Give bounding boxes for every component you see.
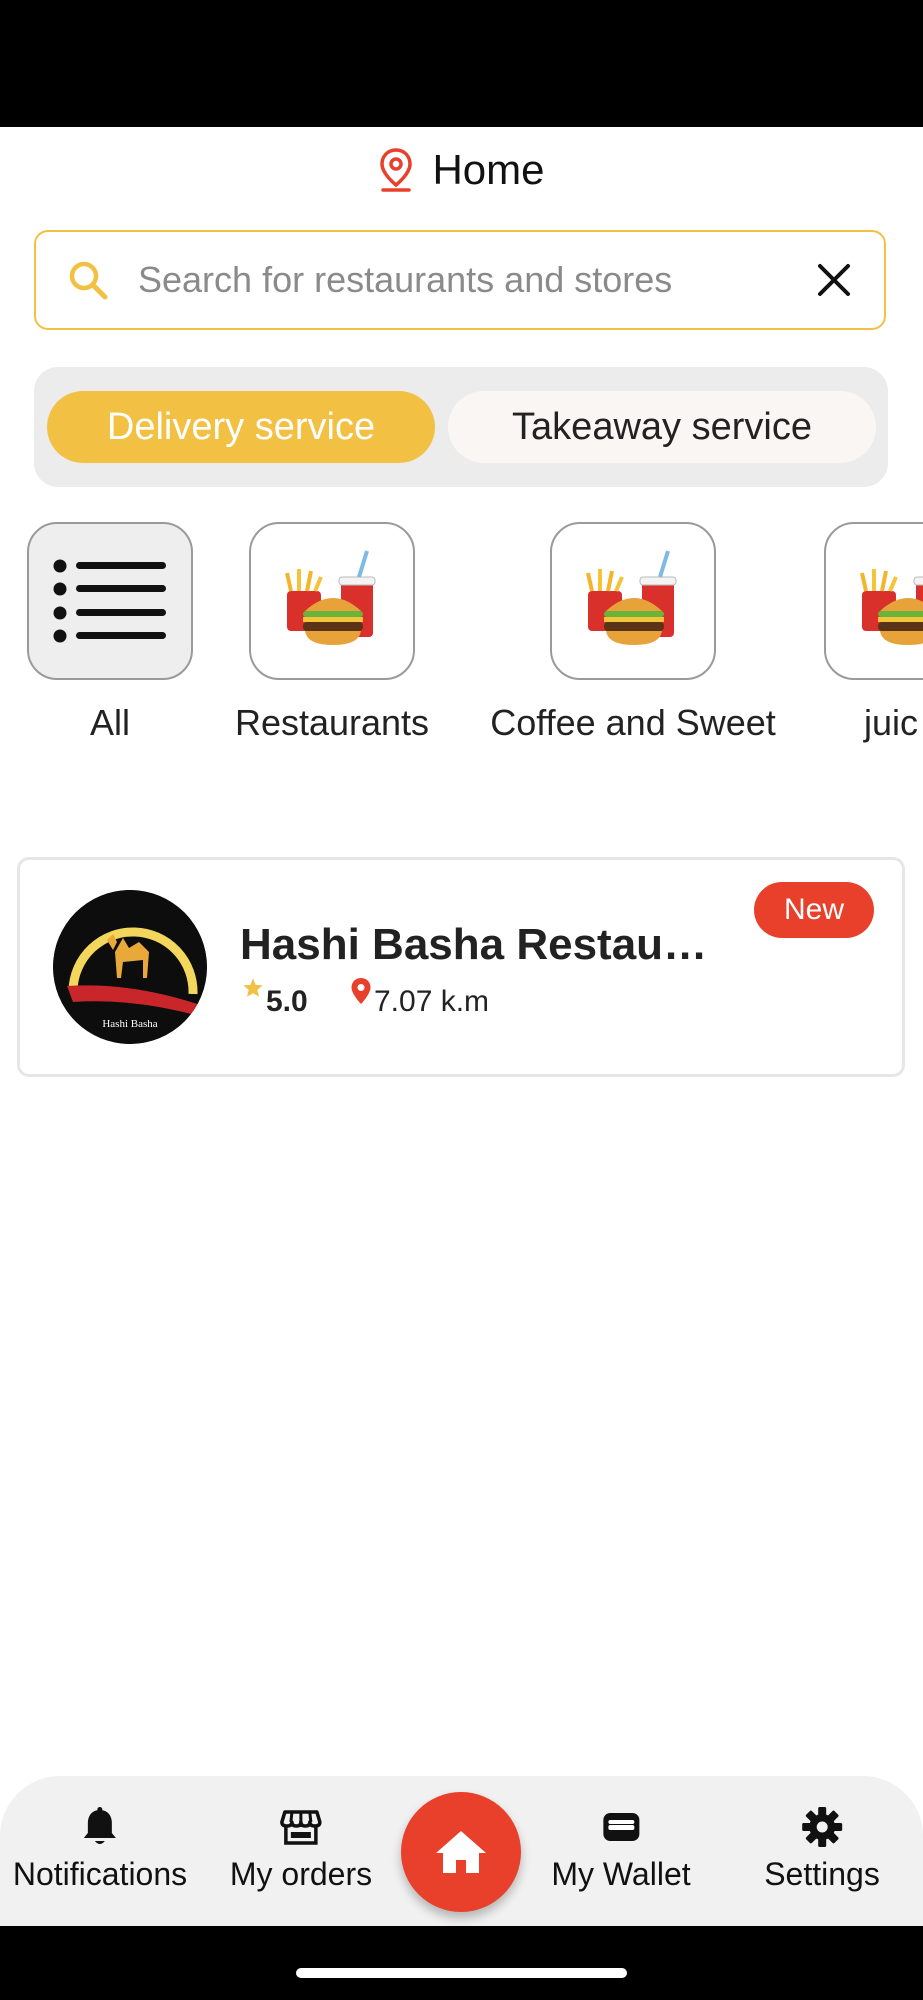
distance-value: 7.07 k.m (374, 985, 490, 1018)
category-tile (27, 522, 193, 680)
page-title: Home (432, 146, 545, 193)
location-header[interactable]: Home (0, 140, 923, 200)
burger-meal-icon (285, 550, 376, 645)
restaurant-rating: 5.0 (242, 977, 308, 1019)
nav-settings[interactable]: Settings (764, 1806, 880, 1893)
store-icon (280, 1810, 322, 1845)
close-icon[interactable] (816, 262, 852, 298)
status-bar (0, 0, 923, 127)
category-label: Restaurants (234, 702, 430, 743)
new-badge: New (754, 882, 874, 938)
category-coffee-and-sweet[interactable]: Coffee and Sweet (490, 522, 776, 743)
location-pin-icon (351, 978, 371, 1004)
logo-wordmark: Hashi Basha (102, 1018, 157, 1030)
search-icon (69, 261, 108, 300)
nav-label: Notifications (12, 1856, 188, 1892)
home-indicator[interactable] (296, 1968, 627, 1978)
category-juic[interactable]: juic (824, 522, 923, 762)
nav-my-wallet[interactable]: My Wallet (551, 1806, 691, 1893)
nav-label: My orders (229, 1856, 373, 1892)
category-tile (824, 522, 923, 680)
nav-my-orders[interactable]: My orders (230, 1806, 372, 1893)
restaurant-distance: 7.07 k.m (350, 977, 489, 1019)
burger-meal-icon (586, 550, 677, 645)
location-pin-icon (380, 148, 413, 192)
restaurant-name: Hashi Basha Restaur... (240, 920, 710, 969)
nav-label: Settings (764, 1856, 880, 1892)
delivery-service-button[interactable]: Delivery service (47, 391, 435, 463)
search-input[interactable] (136, 258, 816, 302)
category-tile (550, 522, 716, 680)
restaurant-card[interactable]: Hashi Basha Hashi Basha Restaur... 5.0 7… (17, 857, 905, 1077)
wallet-icon (602, 1813, 639, 1841)
gear-icon (802, 1807, 842, 1847)
search-bar (34, 230, 886, 330)
service-toggle: Delivery service Takeaway service (34, 367, 888, 487)
category-label: juic (864, 702, 919, 743)
rating-value: 5.0 (266, 985, 308, 1018)
star-icon (243, 978, 263, 997)
takeaway-service-button[interactable]: Takeaway service (448, 391, 876, 463)
restaurant-logo: Hashi Basha (53, 890, 207, 1044)
category-tile (249, 522, 415, 680)
bell-icon (83, 1807, 116, 1844)
burger-meal-icon (860, 569, 923, 645)
home-icon (436, 1831, 486, 1873)
category-label: All (89, 702, 131, 743)
category-all[interactable]: All (27, 522, 193, 743)
nav-notifications[interactable]: Notifications (13, 1806, 187, 1893)
list-icon (53, 559, 166, 643)
system-bottom-bar (0, 1926, 923, 2000)
category-label: Coffee and Sweet (490, 702, 776, 743)
home-button[interactable] (401, 1792, 521, 1912)
nav-label: My Wallet (551, 1856, 691, 1892)
category-restaurants[interactable]: Restaurants (235, 522, 429, 743)
